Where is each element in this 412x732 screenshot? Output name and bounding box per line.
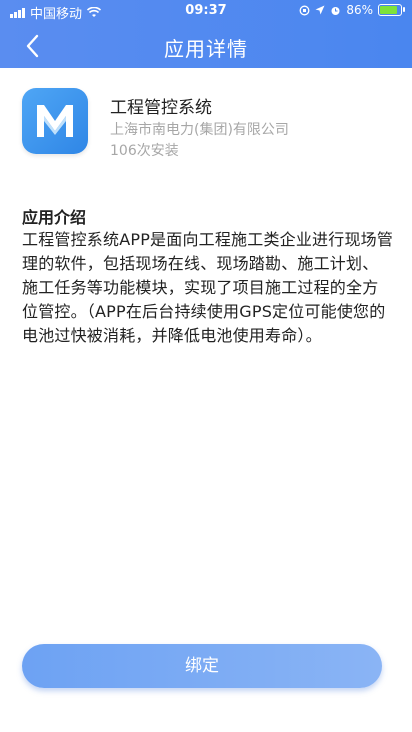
battery-icon [378, 4, 405, 16]
app-name: 工程管控系统 [110, 98, 212, 118]
battery-fill [380, 6, 398, 14]
app-logo-m [37, 105, 73, 137]
app-company: 上海市南电力(集团)有限公司 [110, 122, 289, 138]
location-icon [315, 5, 325, 15]
page-title: 应用详情 [164, 37, 248, 61]
intro-description: 工程管控系统APP是面向工程施工类企业进行现场管理的软件，包括现场在线、现场踏勘… [22, 230, 394, 345]
app-install-count: 106次安装 [110, 143, 179, 159]
nav-bar: 应用详情 [0, 24, 412, 68]
status-right: 86% [299, 3, 405, 17]
header: 中国移动 09:37 86% 应用详情 [0, 0, 412, 68]
intro-heading: 应用介绍 [22, 208, 87, 227]
alarm-icon [331, 6, 340, 15]
bind-button[interactable]: 绑定 [22, 644, 382, 688]
app-logo-icon [22, 88, 88, 154]
status-bar: 中国移动 09:37 86% [0, 0, 412, 22]
rotation-lock-icon [299, 5, 310, 15]
app-info-card: 工程管控系统 上海市南电力(集团)有限公司 106次安装 [22, 88, 392, 168]
battery-percent: 86% [346, 3, 373, 17]
